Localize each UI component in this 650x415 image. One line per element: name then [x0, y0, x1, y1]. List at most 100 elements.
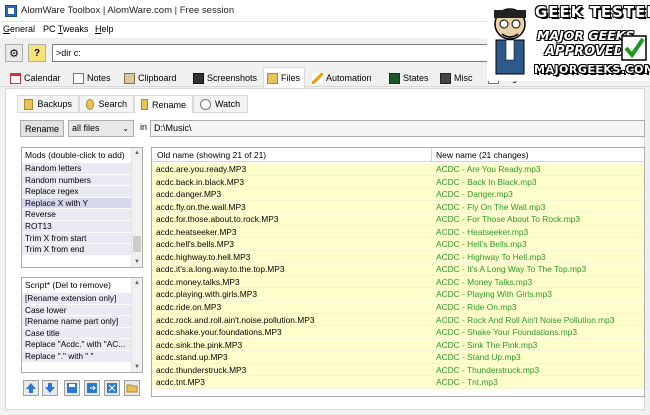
command-input[interactable]: >dir c:	[52, 44, 488, 62]
move-up-button[interactable]	[23, 380, 39, 396]
menu-general[interactable]: General	[3, 24, 35, 34]
save-script-button[interactable]	[64, 380, 80, 396]
table-row[interactable]: acdc.back.in.black.MP3 ACDC - Back In Bla…	[152, 175, 644, 189]
badge-line-1: GEEK TESTED	[535, 3, 650, 21]
rename-button[interactable]: Rename	[20, 120, 64, 137]
new-name-cell: ACDC - Tnt.mp3	[436, 377, 498, 388]
script-item[interactable]: Replace "Acdc." with "AC...	[22, 339, 132, 351]
mod-item[interactable]: Reverse	[22, 209, 132, 221]
old-name-cell: acdc.stand.up.MP3	[156, 352, 228, 363]
new-name-cell: ACDC - Heatseeker.mp3	[436, 226, 529, 237]
script-scrollbar[interactable]: ▲ ▼	[131, 278, 142, 372]
new-name-cell: ACDC - Playing With Girls.mp3	[436, 289, 552, 300]
table-row[interactable]: acdc.playing.with.girls.MP3 ACDC - Playin…	[152, 288, 644, 302]
scroll-up-icon[interactable]: ▲	[132, 148, 142, 158]
menu-pc-tweaks[interactable]: PC Tweaks	[43, 24, 88, 34]
tab-automation[interactable]: Automation	[309, 69, 376, 87]
subtab-search[interactable]: Search	[79, 95, 134, 113]
old-name-cell: acdc.are.you.ready.MP3	[156, 164, 247, 174]
move-down-button[interactable]	[42, 380, 58, 396]
table-row[interactable]: acdc.hell's.bells.MP3 ACDC - Hell's Bells…	[152, 238, 644, 251]
mod-item[interactable]: Random letters	[22, 163, 132, 175]
scroll-up-icon[interactable]: ▲	[132, 278, 142, 288]
old-name-cell: acdc.shake.your.foundations.MP3	[156, 327, 282, 338]
subtab-rename[interactable]: Rename	[134, 95, 193, 114]
new-name-cell: ACDC - Fly On The Wall.mp3	[436, 201, 546, 212]
table-row[interactable]: acdc.stand.up.MP3 ACDC - Stand Up.mp3	[152, 351, 644, 364]
clear-script-icon	[107, 383, 117, 393]
new-name-cell: ACDC - Hell's Bells.mp3	[436, 239, 527, 250]
app-icon	[5, 5, 17, 17]
folder-path-input[interactable]: D:\Music\	[150, 120, 645, 137]
table-row[interactable]: acdc.tnt.MP3 ACDC - Tnt.mp3	[152, 376, 644, 389]
script-item[interactable]: Case title	[22, 327, 132, 340]
mod-item[interactable]: ROT13	[22, 220, 132, 233]
script-item[interactable]: [Rename extension only]	[22, 293, 132, 305]
script-item[interactable]: [Rename name part only]	[22, 316, 132, 328]
calendar-icon	[10, 72, 21, 84]
scroll-thumb[interactable]	[133, 236, 141, 252]
open-script-folder-button[interactable]	[124, 380, 140, 396]
checkmark-icon	[621, 35, 647, 61]
mods-scrollbar[interactable]: ▲ ▼	[131, 148, 142, 267]
old-name-cell: acdc.sink.the.pink.MP3	[156, 339, 243, 350]
table-row[interactable]: acdc.for.those.about.to.rock.MP3 ACDC - F…	[152, 213, 644, 226]
move-up-icon	[26, 383, 36, 393]
folder-icon	[267, 72, 278, 84]
new-name-cell: ACDC - Highway To Hell.mp3	[436, 251, 546, 262]
table-row[interactable]: acdc.thunderstruck.MP3 ACDC - Thunderstru…	[152, 363, 644, 377]
old-name-header[interactable]: Old name (showing 21 of 21)	[157, 150, 266, 160]
old-name-cell: acdc.hell's.bells.MP3	[156, 239, 234, 250]
notes-icon	[73, 72, 84, 84]
table-row[interactable]: acdc.money.talks.MP3 ACDC - Money Talks.m…	[152, 275, 644, 289]
table-row[interactable]: acdc.shake.your.foundations.MP3 ACDC - Sh…	[152, 326, 644, 339]
tab-misc[interactable]: Misc	[437, 69, 477, 87]
table-row[interactable]: acdc.are.you.ready.MP3 ACDC - Are You Rea…	[152, 163, 644, 176]
subtab-watch[interactable]: Watch	[193, 95, 248, 113]
file-filter-select[interactable]: all files ⌄	[68, 120, 134, 137]
table-row[interactable]: acdc.heatseeker.MP3 ACDC - Heatseeker.mp3	[152, 225, 644, 239]
mod-item[interactable]: Trim X from end	[22, 244, 132, 256]
table-row[interactable]: acdc.sink.the.pink.MP3 ACDC - Sink The Pi…	[152, 338, 644, 352]
script-item[interactable]: Replace "." with " "	[22, 350, 132, 363]
old-name-cell: acdc.for.those.about.to.rock.MP3	[156, 214, 279, 225]
new-name-header[interactable]: New name (21 changes)	[436, 150, 529, 160]
new-name-cell: ACDC - Back In Black.mp3	[436, 176, 537, 187]
backup-icon	[24, 98, 34, 110]
scroll-down-icon[interactable]: ▼	[132, 257, 142, 267]
grid-header: Old name (showing 21 of 21) New name (21…	[152, 148, 644, 162]
tab-screenshots[interactable]: Screenshots	[190, 69, 261, 87]
menu-help[interactable]: Help	[95, 24, 114, 34]
search-icon	[86, 98, 95, 110]
table-row[interactable]: acdc.danger.MP3 ACDC - Danger.mp3	[152, 188, 644, 201]
new-name-cell: ACDC - Money Talks.mp3	[436, 276, 533, 287]
table-row[interactable]: acdc.fly.on.the.wall.MP3 ACDC - Fly On Th…	[152, 200, 644, 214]
load-script-button[interactable]	[84, 380, 100, 396]
script-item[interactable]: Case lower	[22, 304, 132, 317]
save-script-icon	[67, 383, 77, 393]
clear-script-button[interactable]	[104, 380, 120, 396]
old-name-cell: acdc.thunderstruck.MP3	[156, 364, 247, 375]
mod-item[interactable]: Replace regex	[22, 186, 132, 198]
old-name-cell: acdc.heatseeker.MP3	[156, 226, 237, 237]
settings-button[interactable]: ⚙	[5, 44, 23, 62]
tab-notes[interactable]: Notes	[70, 69, 115, 87]
tab-files[interactable]: Files	[263, 67, 306, 88]
tab-clipboard[interactable]: Clipboard	[121, 69, 181, 87]
help-button[interactable]: ?	[28, 44, 46, 62]
table-row[interactable]: acdc.rock.and.roll.ain't.noise.pollution…	[152, 313, 644, 327]
mod-item[interactable]: Random numbers	[22, 174, 132, 187]
table-row[interactable]: acdc.highway.to.hell.MP3 ACDC - Highway T…	[152, 250, 644, 264]
geek-mascot-icon	[494, 8, 526, 75]
new-name-cell: ACDC - Thunderstruck.mp3	[436, 364, 540, 375]
subtab-backups[interactable]: Backups	[17, 95, 79, 113]
tab-states[interactable]: States	[386, 69, 433, 87]
new-name-cell: ACDC - Ride On.mp3	[436, 302, 517, 313]
states-icon	[389, 72, 400, 84]
scroll-down-icon[interactable]: ▼	[132, 362, 142, 372]
mod-item[interactable]: Replace X with Y	[22, 197, 132, 210]
mod-item[interactable]: Trim X from start	[22, 232, 132, 245]
table-row[interactable]: acdc.ride.on.MP3 ACDC - Ride On.mp3	[152, 301, 644, 314]
table-row[interactable]: acdc.it's.a.long.way.to.the.top.MP3 ACDC …	[152, 263, 644, 276]
tab-calendar[interactable]: Calendar	[7, 69, 65, 87]
